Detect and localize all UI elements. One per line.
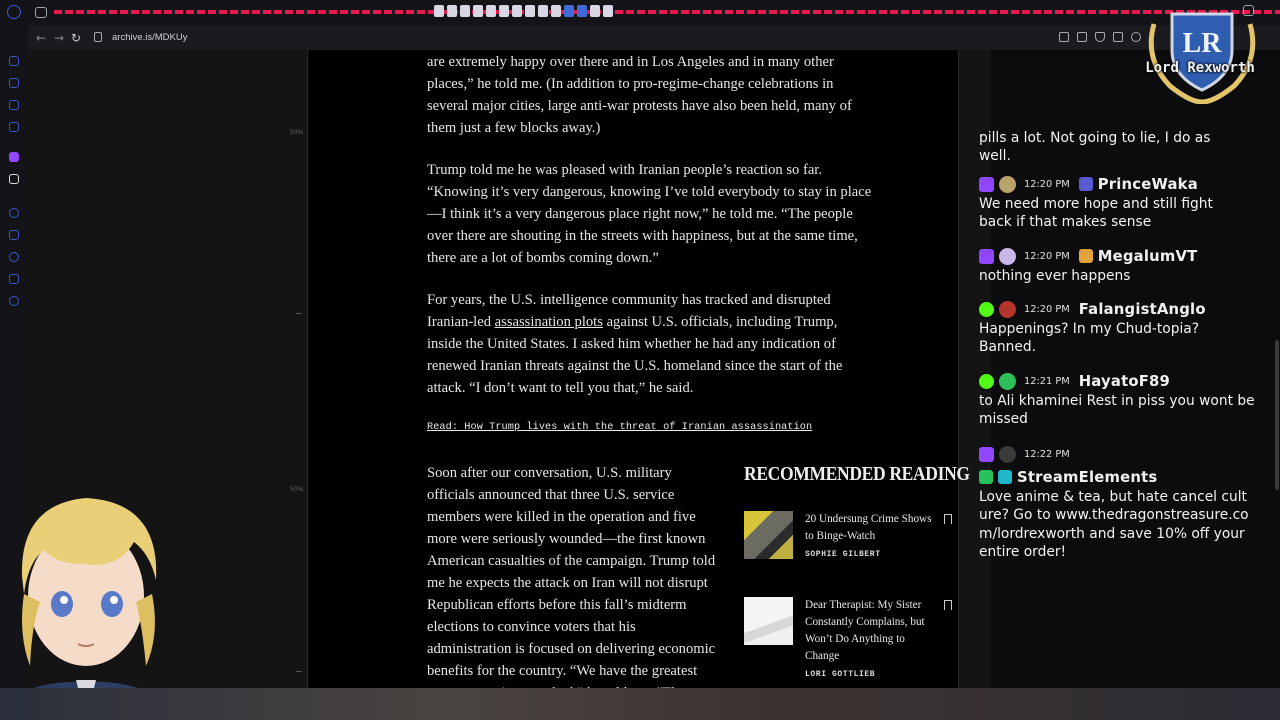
- read-more-link[interactable]: Read: How Trump lives with the threat of…: [427, 422, 812, 433]
- chat-message-text: Happenings? In my Chud-topia? Banned.: [979, 321, 1200, 356]
- recommended-title[interactable]: 20 Undersung Crime Shows to Binge-Watch: [805, 511, 935, 545]
- chat-message-text: to Ali khaminei Rest in piss you wont be…: [979, 393, 1255, 428]
- avatar: [999, 175, 1016, 193]
- address-bar: ← → ↻ archive.is/MDKUy: [28, 26, 1280, 50]
- sidebar-icon[interactable]: [9, 100, 19, 110]
- svg-text:LR: LR: [1183, 28, 1223, 59]
- avatar: [999, 247, 1016, 265]
- article-thumbnail[interactable]: [744, 511, 793, 559]
- shield-icon[interactable]: [1095, 32, 1105, 42]
- bot-badge-icon: [998, 470, 1012, 484]
- avatar: [999, 372, 1016, 390]
- stream-chat-panel: pills a lot. Not going to lie, I do as w…: [979, 50, 1280, 720]
- article-paragraph: are extremely happy over there and in Lo…: [427, 54, 852, 136]
- sidebar-icon[interactable]: [9, 274, 19, 284]
- logo-text: Lord Rexworth: [1145, 60, 1255, 76]
- avatar: [999, 300, 1016, 318]
- sidebar-icon[interactable]: [9, 122, 19, 132]
- settings-icon[interactable]: [9, 296, 19, 306]
- sidebar-icon[interactable]: [9, 252, 19, 262]
- vtuber-avatar: [10, 498, 162, 720]
- recommended-title[interactable]: Dear Therapist: My Sister Constantly Com…: [805, 597, 935, 665]
- browser-tab-strip: [0, 0, 1280, 26]
- broadcaster-badge-icon: [979, 470, 993, 484]
- scroll-tick: [296, 313, 302, 314]
- sidebar-icon[interactable]: [9, 230, 19, 240]
- chat-message-text: pills a lot. Not going to lie, I do as w…: [979, 130, 1211, 165]
- chat-timestamp: 12:20 PM: [1024, 303, 1070, 315]
- chat-scrollbar[interactable]: [1275, 340, 1279, 490]
- forward-button[interactable]: →: [54, 31, 64, 45]
- chat-timestamp: 12:20 PM: [1024, 178, 1070, 190]
- twitch-icon: [979, 446, 994, 462]
- recommended-author: SOPHIE GILBERT: [805, 550, 881, 559]
- user-badge-icon: [1078, 177, 1093, 191]
- chat-message: 12:20 PM FalangistAnglo Happenings? In m…: [979, 298, 1261, 357]
- avatar: [999, 445, 1016, 463]
- article-thumbnail[interactable]: [744, 597, 793, 645]
- browser-menu-icon[interactable]: [7, 5, 21, 19]
- sidebar-icon[interactable]: [9, 78, 19, 88]
- chat-timestamp: 12:21 PM: [1024, 375, 1070, 387]
- extension-icon[interactable]: [1059, 32, 1069, 42]
- chat-message-text: Love anime & tea, but hate cancel cultur…: [979, 489, 1249, 560]
- chat-username[interactable]: FalangistAnglo: [1079, 301, 1206, 318]
- twitch-icon: [979, 176, 994, 192]
- twitch-icon: [979, 248, 994, 264]
- stream-background-strip: [0, 688, 1280, 720]
- chat-message: 12:21 PM HayatoF89 to Ali khaminei Rest …: [979, 370, 1261, 429]
- chat-message-text: We need more hope and still fight back i…: [979, 196, 1213, 231]
- chat-username[interactable]: PrinceWaka: [1098, 176, 1198, 193]
- chat-timestamp: 12:22 PM: [1024, 448, 1070, 460]
- chat-message: 12:22 PM StreamElements Love anime & tea…: [979, 443, 1261, 561]
- article-paragraph: Soon after our conversation, U.S. milita…: [427, 465, 716, 688]
- article-body: are extremely happy over there and in Lo…: [427, 51, 872, 419]
- chat-username[interactable]: HayatoF89: [1079, 373, 1170, 390]
- kick-icon: [979, 373, 994, 389]
- chat-username[interactable]: MegalumVT: [1098, 248, 1198, 265]
- recommended-author: LORI GOTTLIEB: [805, 670, 876, 679]
- tab-overview-icon[interactable]: [35, 7, 47, 18]
- zoom-marker: 50%: [290, 129, 304, 136]
- recommended-reading: RECOMMENDED READING 20 Undersung Crime S…: [744, 464, 970, 679]
- assassination-plots-link[interactable]: assassination plots: [495, 314, 603, 330]
- url-field[interactable]: archive.is/MDKUy: [112, 32, 188, 43]
- sidebar-icon[interactable]: [9, 56, 19, 66]
- chat-username[interactable]: StreamElements: [1017, 469, 1157, 486]
- bookmark-icon[interactable]: [944, 514, 952, 524]
- chat-timestamp: 12:20 PM: [1024, 250, 1070, 262]
- article-paragraph: For years, the U.S. intelligence communi…: [427, 289, 872, 399]
- bookmark-icon[interactable]: [944, 600, 952, 610]
- article-paragraph: Trump told me he was pleased with Irania…: [427, 162, 872, 266]
- play-icon[interactable]: [1113, 32, 1123, 42]
- channel-logo: LR: [1148, 12, 1256, 104]
- twitch-icon[interactable]: [9, 152, 19, 162]
- chat-message: 12:20 PM PrinceWaka We need more hope an…: [979, 173, 1261, 232]
- zoom-marker: 50%: [290, 486, 304, 493]
- sidebar-icon[interactable]: [9, 208, 19, 218]
- archived-article-page: 50% 50% are extremely happy over there a…: [28, 50, 991, 688]
- back-button[interactable]: ←: [36, 31, 46, 45]
- lock-icon: [94, 32, 102, 42]
- extension-icon[interactable]: [1077, 32, 1087, 42]
- tab-bar-indicator: [54, 10, 1280, 14]
- reload-button[interactable]: ↻: [71, 31, 81, 45]
- user-badge-icon: [1078, 249, 1093, 263]
- kick-icon: [979, 301, 994, 317]
- scroll-tick: [296, 671, 302, 672]
- x-icon[interactable]: [9, 174, 19, 184]
- chat-message-text: nothing ever happens: [979, 268, 1131, 284]
- recommended-heading: RECOMMENDED READING: [744, 464, 970, 485]
- chat-message: 12:20 PM MegalumVT nothing ever happens: [979, 245, 1261, 285]
- pinned-tabs[interactable]: [434, 5, 613, 19]
